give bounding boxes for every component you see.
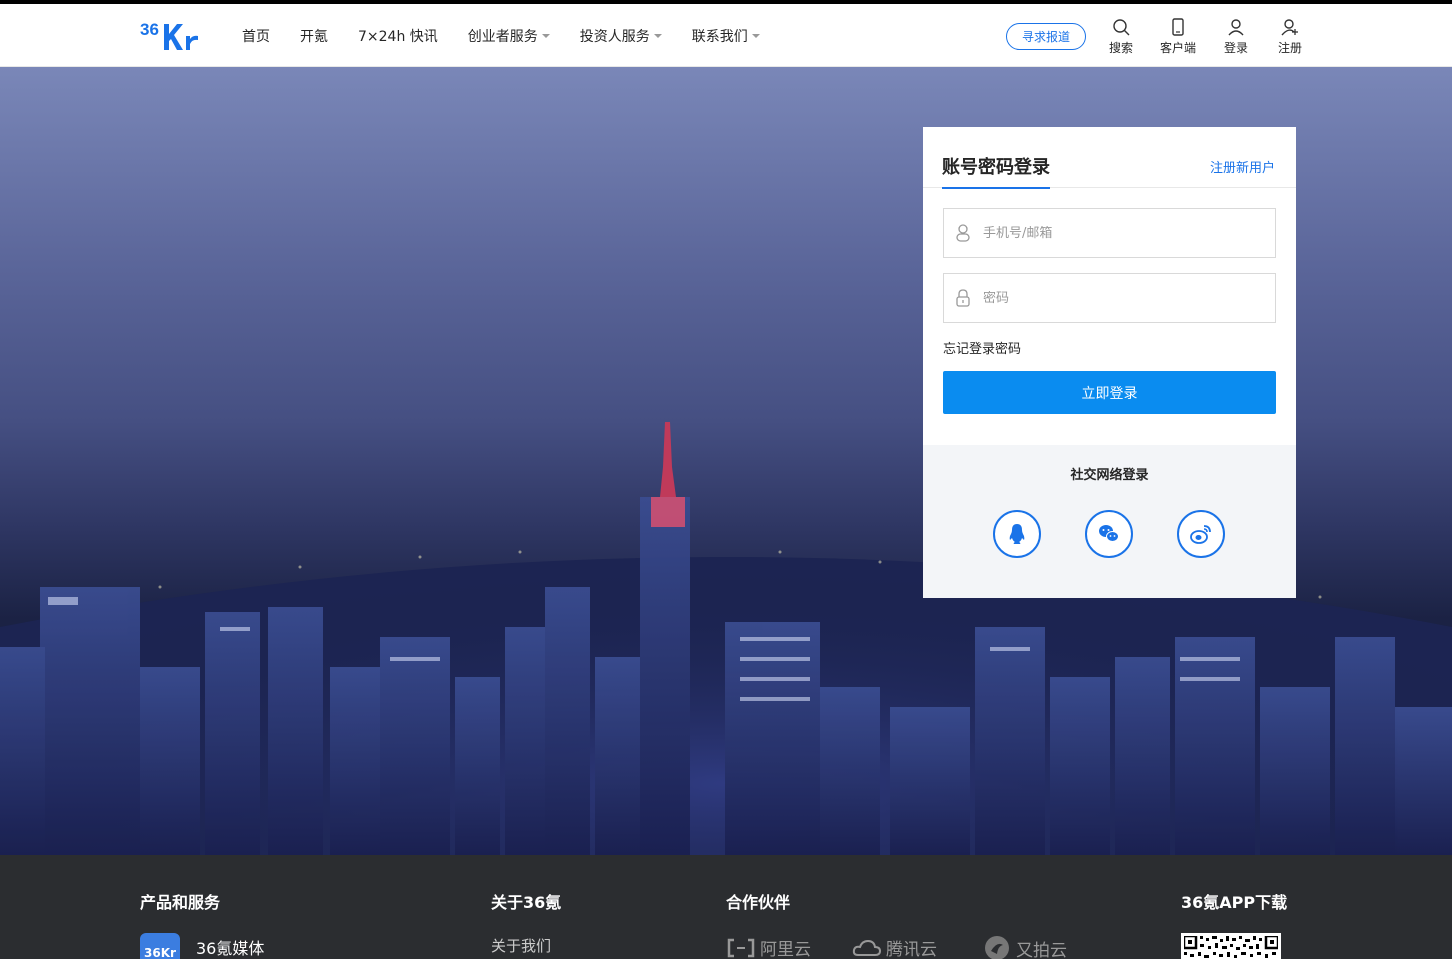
nav-home[interactable]: 首页 bbox=[242, 26, 270, 46]
wechat-login-button[interactable] bbox=[1085, 510, 1133, 558]
about-us-link[interactable]: 关于我们 bbox=[491, 935, 551, 956]
user-icon bbox=[1228, 19, 1244, 36]
client-button[interactable]: 客户端 bbox=[1158, 18, 1198, 58]
product-label: 36氪媒体 bbox=[196, 939, 265, 958]
login-submit-button[interactable]: 立即登录 bbox=[943, 371, 1276, 414]
search-button[interactable]: 搜索 bbox=[1101, 18, 1141, 58]
tab-password-login[interactable]: 账号密码登录 bbox=[942, 153, 1050, 189]
search-icon bbox=[1113, 19, 1130, 36]
site-footer: 产品和服务 36Kr 36氪媒体 关于36氪 关于我们 合作伙伴 阿里云 腾讯云… bbox=[0, 855, 1452, 959]
add-user-icon bbox=[1281, 19, 1298, 36]
password-input[interactable] bbox=[983, 290, 1263, 306]
qq-login-button[interactable] bbox=[993, 510, 1041, 558]
partner-upyun[interactable]: 又拍云 bbox=[982, 935, 1067, 959]
main-nav: 首页 开氪 7×24h 快讯 创业者服务 投资人服务 联系我们 bbox=[242, 4, 790, 67]
partners-heading: 合作伙伴 bbox=[726, 893, 791, 912]
lock-icon bbox=[956, 289, 970, 307]
logo[interactable]: 36 bbox=[140, 18, 204, 54]
login-button[interactable]: 登录 bbox=[1216, 18, 1256, 58]
nav-kaike[interactable]: 开氪 bbox=[300, 26, 328, 46]
wechat-icon bbox=[1099, 525, 1119, 542]
nav-newsflash[interactable]: 7×24h 快讯 bbox=[358, 26, 438, 46]
partner-aliyun-label: 阿里云 bbox=[760, 940, 811, 959]
partner-upyun-label: 又拍云 bbox=[1016, 940, 1067, 959]
social-login-section: 社交网络登录 bbox=[923, 445, 1296, 598]
tencent-cloud-icon bbox=[852, 939, 882, 956]
chevron-down-icon bbox=[751, 33, 760, 38]
app-qr-code bbox=[1181, 933, 1281, 959]
client-label: 客户端 bbox=[1159, 41, 1196, 55]
weibo-icon bbox=[1190, 525, 1211, 544]
product-36kr-media[interactable]: 36Kr 36氪媒体 bbox=[140, 933, 264, 959]
about-heading: 关于36氪 bbox=[491, 893, 562, 912]
product-36kr-icon: 36Kr bbox=[140, 933, 180, 959]
register-new-user-link[interactable]: 注册新用户 bbox=[1210, 157, 1275, 176]
account-field[interactable] bbox=[943, 208, 1276, 258]
social-login-title: 社交网络登录 bbox=[1070, 468, 1149, 483]
partner-tencent-label: 腾讯云 bbox=[886, 940, 937, 959]
products-heading: 产品和服务 bbox=[140, 893, 221, 912]
nav-investor-services[interactable]: 投资人服务 bbox=[580, 26, 662, 46]
login-card: 账号密码登录 注册新用户 忘记登录密码 立即登录 社交网络登录 bbox=[923, 127, 1296, 598]
qq-icon bbox=[1009, 524, 1025, 544]
app-download-heading: 36氪APP下载 bbox=[1181, 893, 1288, 912]
login-card-header: 账号密码登录 注册新用户 bbox=[923, 127, 1296, 189]
partner-aliyun[interactable]: 阿里云 bbox=[726, 935, 811, 959]
chevron-down-icon bbox=[653, 33, 662, 38]
account-input[interactable] bbox=[983, 225, 1263, 241]
login-label: 登录 bbox=[1223, 41, 1248, 55]
search-label: 搜索 bbox=[1108, 41, 1133, 55]
nav-founder-services[interactable]: 创业者服务 bbox=[468, 26, 550, 46]
register-label: 注册 bbox=[1277, 41, 1302, 55]
svg-text:36: 36 bbox=[140, 20, 159, 39]
chevron-down-icon bbox=[541, 33, 550, 38]
site-header: 36 首页 开氪 7×24h 快讯 创业者服务 投资人服务 联系我们 寻求报道 … bbox=[0, 4, 1452, 67]
phone-icon bbox=[1172, 18, 1184, 36]
weibo-login-button[interactable] bbox=[1177, 510, 1225, 558]
forgot-password-link[interactable]: 忘记登录密码 bbox=[943, 338, 1021, 357]
user-icon bbox=[956, 224, 970, 242]
nav-contact[interactable]: 联系我们 bbox=[692, 26, 760, 46]
seek-coverage-button[interactable]: 寻求报道 bbox=[1006, 23, 1086, 50]
register-button[interactable]: 注册 bbox=[1270, 18, 1310, 58]
aliyun-icon bbox=[727, 938, 755, 957]
partner-tencent-cloud[interactable]: 腾讯云 bbox=[852, 935, 937, 959]
password-field[interactable] bbox=[943, 273, 1276, 323]
upyun-icon bbox=[985, 936, 1009, 959]
